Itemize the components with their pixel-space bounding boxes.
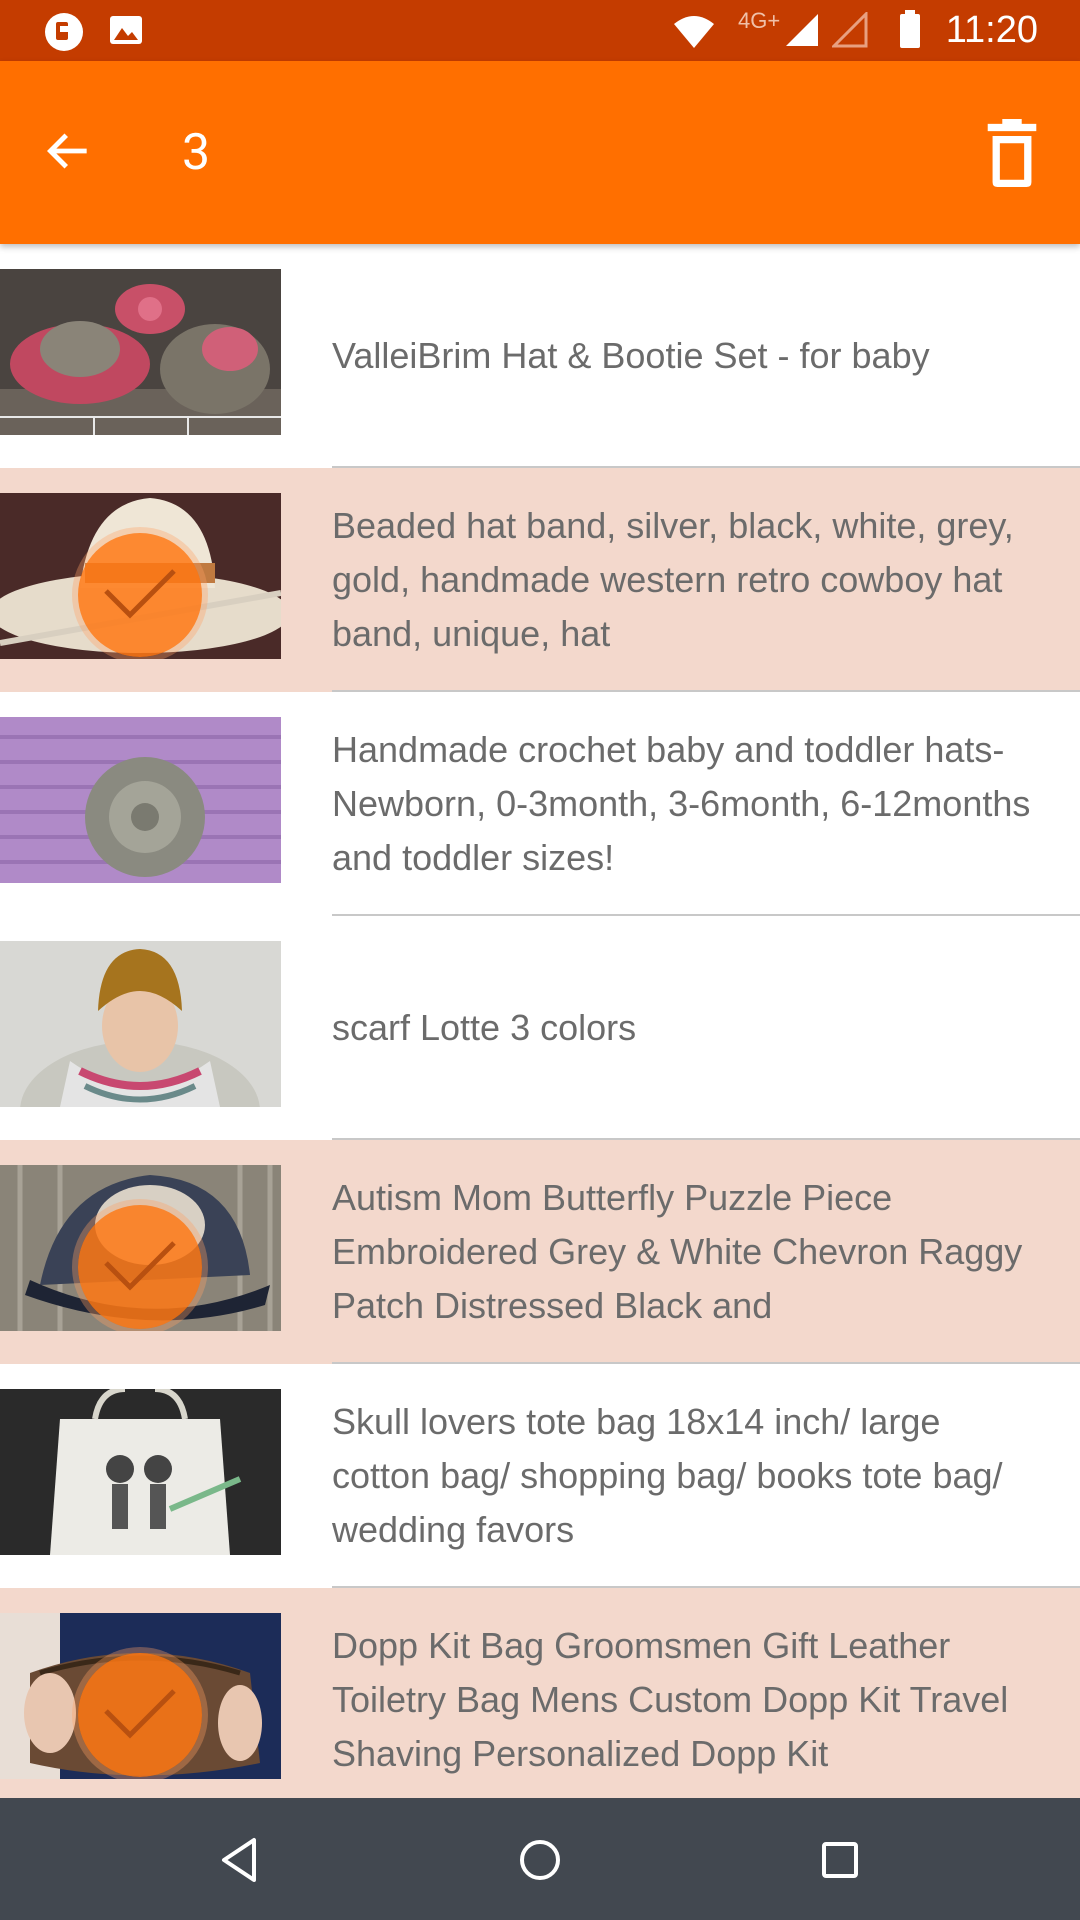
back-arrow-icon[interactable] [40,123,96,179]
photo-app-icon [45,13,83,51]
product-thumbnail [0,1613,281,1779]
product-title: Handmade crochet baby and toddler hats- … [332,729,1031,878]
battery-icon [900,10,920,48]
action-mode-bar: 3 [0,61,1080,244]
product-thumbnail [0,1165,281,1331]
list-item[interactable]: Beaded hat band, silver, black, white, g… [0,468,1080,692]
network-type-label: 4G+ [738,8,781,33]
signal-icon [786,14,818,46]
nav-back-icon[interactable] [210,1830,270,1890]
product-thumbnail [0,941,281,1107]
product-thumbnail [0,717,281,883]
product-title: scarf Lotte 3 colors [332,1007,637,1048]
nav-home-icon[interactable] [510,1830,570,1890]
system-navigation-bar [0,1798,1080,1920]
list-item[interactable]: Autism Mom Butterfly Puzzle Piece Embroi… [0,1140,1080,1364]
nav-recents-icon[interactable] [810,1830,870,1890]
list-item[interactable]: Dopp Kit Bag Groomsmen Gift Leather Toil… [0,1588,1080,1812]
selected-check-icon [78,1205,202,1329]
product-title: Skull lovers tote bag 18x14 inch/ large … [332,1401,1003,1550]
product-thumbnail [0,493,281,659]
selected-count: 3 [182,124,211,182]
product-thumbnail [0,1389,281,1555]
selected-check-icon [78,533,202,657]
list-item[interactable]: ValleiBrim Hat & Bootie Set - for baby [0,244,1080,468]
delete-icon[interactable] [982,119,1042,187]
list-item[interactable]: Skull lovers tote bag 18x14 inch/ large … [0,1364,1080,1588]
signal-secondary-icon [832,12,868,48]
product-thumbnail [0,269,281,435]
status-bar: 4G+ 11:20 [0,0,1080,61]
product-title: ValleiBrim Hat & Bootie Set - for baby [332,335,930,376]
clock: 11:20 [945,9,1038,51]
image-icon [110,16,142,44]
selected-check-icon [78,1653,202,1777]
product-list: ValleiBrim Hat & Bootie Set - for baby B… [0,244,1080,1812]
product-title: Autism Mom Butterfly Puzzle Piece Embroi… [332,1177,1023,1326]
wifi-icon [674,16,714,48]
list-item[interactable]: Handmade crochet baby and toddler hats- … [0,692,1080,916]
list-item[interactable]: scarf Lotte 3 colors [0,916,1080,1140]
product-title: Beaded hat band, silver, black, white, g… [332,505,1014,654]
product-title: Dopp Kit Bag Groomsmen Gift Leather Toil… [332,1625,1009,1774]
